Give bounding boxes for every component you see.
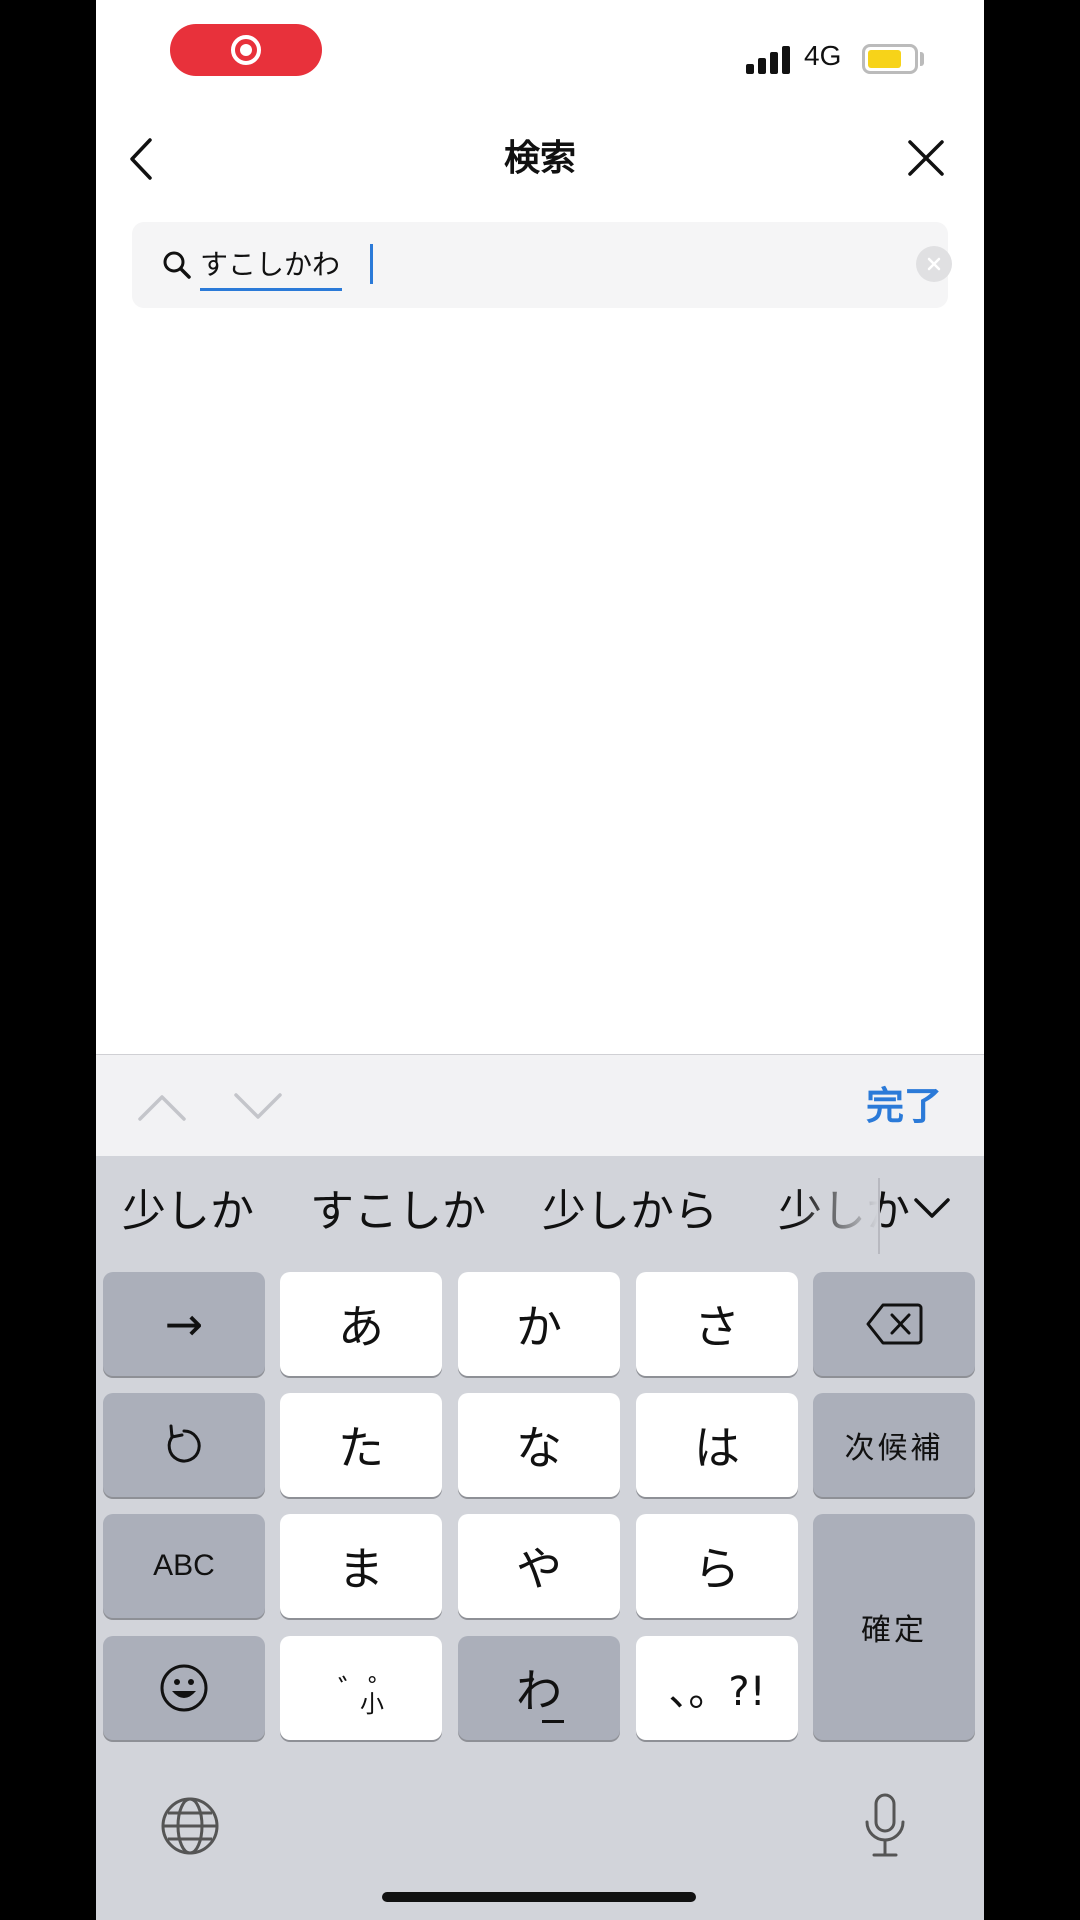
candidate-bar: 少しか すこしか 少しから 少しか — [96, 1156, 984, 1264]
battery-tip — [920, 52, 924, 66]
search-icon — [163, 251, 191, 279]
globe-icon — [161, 1797, 219, 1855]
chevron-down-icon — [914, 1198, 950, 1218]
keyboard-accessory-bar: 完了 — [96, 1054, 984, 1157]
page-title: 検索 — [503, 138, 576, 179]
chevron-up-icon — [138, 1095, 186, 1121]
key-ra[interactable]: ら — [636, 1514, 798, 1618]
chevron-down-icon — [234, 1093, 282, 1119]
dictation-button[interactable] — [862, 1792, 908, 1860]
undo-icon — [167, 1424, 201, 1463]
delete-key[interactable] — [813, 1272, 975, 1376]
small-kana-label: 小 — [360, 1689, 384, 1718]
done-button[interactable]: 完了 — [866, 1081, 942, 1131]
phone-screen: 4G 検索 すこしかわ 完了 少しか すこしか 少しから → あ か さ た な… — [96, 0, 984, 1920]
network-type: 4G — [804, 40, 842, 71]
emoji-key[interactable] — [103, 1636, 265, 1740]
key-ta[interactable]: た — [280, 1393, 442, 1497]
candidate-item[interactable]: 少しか — [122, 1184, 254, 1240]
expand-candidates-button[interactable] — [912, 1188, 952, 1228]
key-ha[interactable]: は — [636, 1393, 798, 1497]
close-button[interactable] — [906, 138, 946, 178]
key-ya[interactable]: や — [458, 1514, 620, 1618]
wa-label: わ — [516, 1664, 562, 1718]
close-icon — [908, 140, 944, 176]
candidate-fade — [796, 1156, 878, 1264]
search-input[interactable]: すこしかわ — [132, 222, 952, 308]
candidate-divider — [878, 1178, 880, 1254]
key-ka[interactable]: か — [458, 1272, 620, 1376]
screen-recording-indicator[interactable] — [170, 24, 322, 76]
record-icon — [231, 35, 261, 65]
clear-button[interactable] — [916, 246, 952, 282]
backspace-icon — [866, 1303, 923, 1345]
emoji-icon — [160, 1664, 208, 1712]
dakuten-key[interactable]: ゛゜小 — [280, 1636, 442, 1740]
wa-underline — [542, 1720, 564, 1723]
key-a[interactable]: あ — [280, 1272, 442, 1376]
battery-icon — [862, 44, 918, 74]
key-wa[interactable]: わ — [458, 1636, 620, 1740]
microphone-icon — [865, 1793, 905, 1857]
globe-button[interactable] — [160, 1796, 220, 1856]
cellular-signal-icon — [746, 44, 792, 74]
undo-key[interactable] — [103, 1393, 265, 1497]
key-sa[interactable]: さ — [636, 1272, 798, 1376]
next-candidate-key[interactable]: 次候補 — [813, 1393, 975, 1497]
text-cursor — [370, 244, 373, 284]
previous-field-button[interactable] — [136, 1083, 188, 1129]
search-query-text: すこしかわ — [200, 242, 343, 291]
key-ma[interactable]: ま — [280, 1514, 442, 1618]
home-indicator[interactable] — [382, 1892, 696, 1902]
next-field-button[interactable] — [232, 1083, 284, 1129]
punctuation-key[interactable]: 、。?! — [636, 1636, 798, 1740]
wa-label-wrap: わ — [516, 1655, 564, 1723]
candidate-item[interactable]: 少しから — [542, 1184, 718, 1240]
clear-circle-icon — [927, 257, 941, 271]
confirm-key[interactable]: 確定 — [813, 1514, 975, 1740]
candidate-item[interactable]: すこしか — [310, 1184, 486, 1240]
arrow-key[interactable]: → — [103, 1272, 265, 1376]
japanese-kana-keyboard: 少しか すこしか 少しから 少しか → あ か さ — [96, 1156, 984, 1920]
abc-key[interactable]: ABC — [103, 1514, 265, 1618]
key-na[interactable]: な — [458, 1393, 620, 1497]
